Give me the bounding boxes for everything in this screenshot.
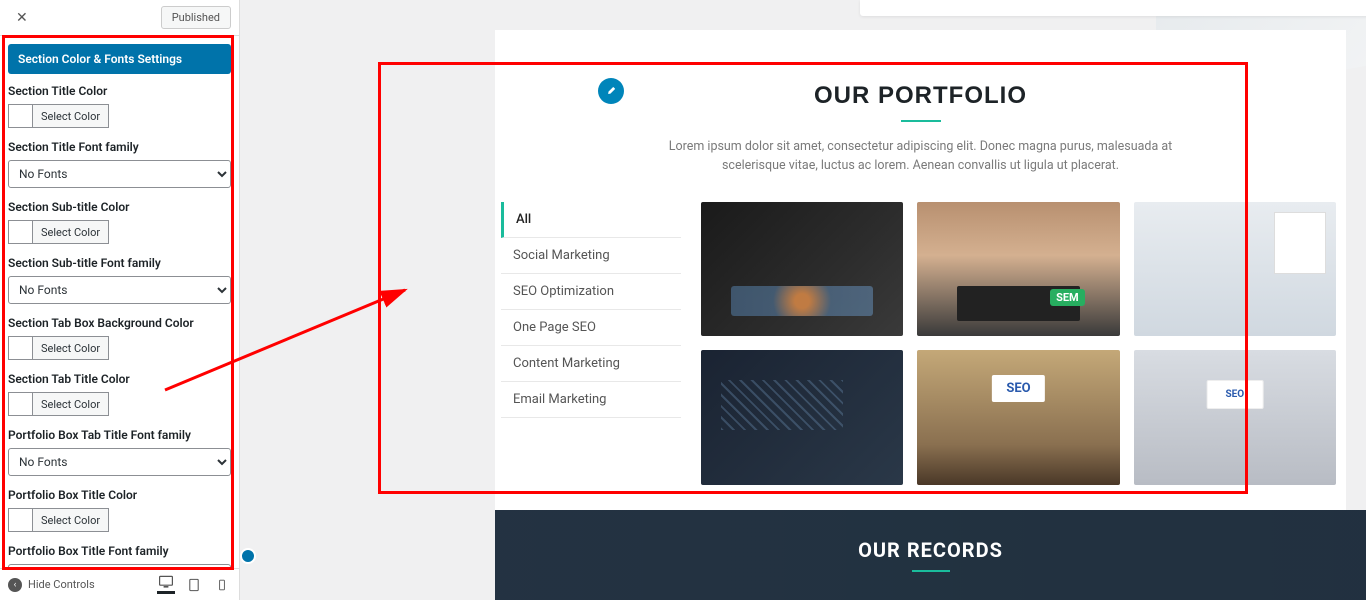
field-label: Section Tab Title Color <box>8 372 231 386</box>
portfolio-tab-list: All Social Marketing SEO Optimization On… <box>501 202 681 486</box>
decorative-card <box>860 0 1366 16</box>
sidebar-footer: ‹ Hide Controls <box>0 568 239 600</box>
portfolio-item[interactable] <box>917 202 1119 337</box>
portfolio-item[interactable] <box>1134 202 1336 337</box>
tab-social-marketing[interactable]: Social Marketing <box>501 238 681 274</box>
select-color-button[interactable]: Select Color <box>32 220 109 244</box>
select-color-button[interactable]: Select Color <box>32 508 109 532</box>
hide-controls-button[interactable]: ‹ Hide Controls <box>8 578 95 592</box>
field-tab-title-color: Section Tab Title Color Select Color <box>8 372 231 416</box>
panel-header[interactable]: Section Color & Fonts Settings <box>8 44 231 74</box>
desktop-view-icon[interactable] <box>157 576 175 594</box>
field-subtitle-color: Section Sub-title Color Select Color <box>8 200 231 244</box>
section-title: OUR PORTFOLIO <box>495 30 1346 110</box>
font-select[interactable]: No Fonts <box>8 448 231 476</box>
title-underline <box>901 120 941 122</box>
hide-controls-label: Hide Controls <box>28 578 95 591</box>
color-swatch[interactable] <box>8 220 32 244</box>
tab-one-page-seo[interactable]: One Page SEO <box>501 310 681 346</box>
font-select[interactable]: No Fonts <box>8 276 231 304</box>
select-color-button[interactable]: Select Color <box>32 104 109 128</box>
font-select[interactable]: No Fonts <box>8 160 231 188</box>
color-swatch[interactable] <box>8 508 32 532</box>
field-label: Section Title Color <box>8 84 231 98</box>
field-subtitle-font: Section Sub-title Font family No Fonts <box>8 256 231 304</box>
tab-all[interactable]: All <box>501 202 681 238</box>
field-label: Section Tab Box Background Color <box>8 316 231 330</box>
mobile-view-icon[interactable] <box>213 576 231 594</box>
field-section-title-font: Section Title Font family No Fonts <box>8 140 231 188</box>
portfolio-item[interactable] <box>701 202 903 337</box>
portfolio-item[interactable] <box>917 350 1119 485</box>
sidebar-body: Section Color & Fonts Settings Section T… <box>0 36 239 568</box>
portfolio-item[interactable] <box>1134 350 1336 485</box>
field-box-title-font: Portfolio Box Title Font family No Fonts <box>8 544 231 568</box>
field-label: Section Sub-title Color <box>8 200 231 214</box>
records-title: OUR RECORDS <box>858 538 1003 562</box>
chevron-left-icon: ‹ <box>8 578 22 592</box>
close-icon[interactable]: ✕ <box>8 6 36 30</box>
published-button[interactable]: Published <box>161 6 231 29</box>
field-label: Section Sub-title Font family <box>8 256 231 270</box>
field-box-tab-font: Portfolio Box Tab Title Font family No F… <box>8 428 231 476</box>
records-section: OUR RECORDS <box>495 510 1366 600</box>
customizer-sidebar: ✕ Published Section Color & Fonts Settin… <box>0 0 240 600</box>
tab-email-marketing[interactable]: Email Marketing <box>501 382 681 418</box>
color-swatch[interactable] <box>8 104 32 128</box>
collapse-handle-icon[interactable] <box>240 548 256 564</box>
pencil-icon <box>605 85 617 97</box>
field-box-title-color: Portfolio Box Title Color Select Color <box>8 488 231 532</box>
field-label: Portfolio Box Title Color <box>8 488 231 502</box>
portfolio-item[interactable] <box>701 350 903 485</box>
field-label: Portfolio Box Tab Title Font family <box>8 428 231 442</box>
tablet-view-icon[interactable] <box>185 576 203 594</box>
records-underline <box>912 570 950 572</box>
portfolio-section: OUR PORTFOLIO Lorem ipsum dolor sit amet… <box>495 30 1346 510</box>
color-swatch[interactable] <box>8 336 32 360</box>
tab-seo-optimization[interactable]: SEO Optimization <box>501 274 681 310</box>
section-subtitle: Lorem ipsum dolor sit amet, consectetur … <box>641 138 1201 176</box>
select-color-button[interactable]: Select Color <box>32 392 109 416</box>
portfolio-grid <box>701 202 1336 486</box>
field-label: Portfolio Box Title Font family <box>8 544 231 558</box>
tab-content-marketing[interactable]: Content Marketing <box>501 346 681 382</box>
select-color-button[interactable]: Select Color <box>32 336 109 360</box>
field-section-title-color: Section Title Color Select Color <box>8 84 231 128</box>
preview-pane: OUR PORTFOLIO Lorem ipsum dolor sit amet… <box>240 0 1366 600</box>
field-tab-bg-color: Section Tab Box Background Color Select … <box>8 316 231 360</box>
color-swatch[interactable] <box>8 392 32 416</box>
sidebar-topbar: ✕ Published <box>0 0 239 36</box>
edit-section-button[interactable] <box>598 78 624 104</box>
field-label: Section Title Font family <box>8 140 231 154</box>
